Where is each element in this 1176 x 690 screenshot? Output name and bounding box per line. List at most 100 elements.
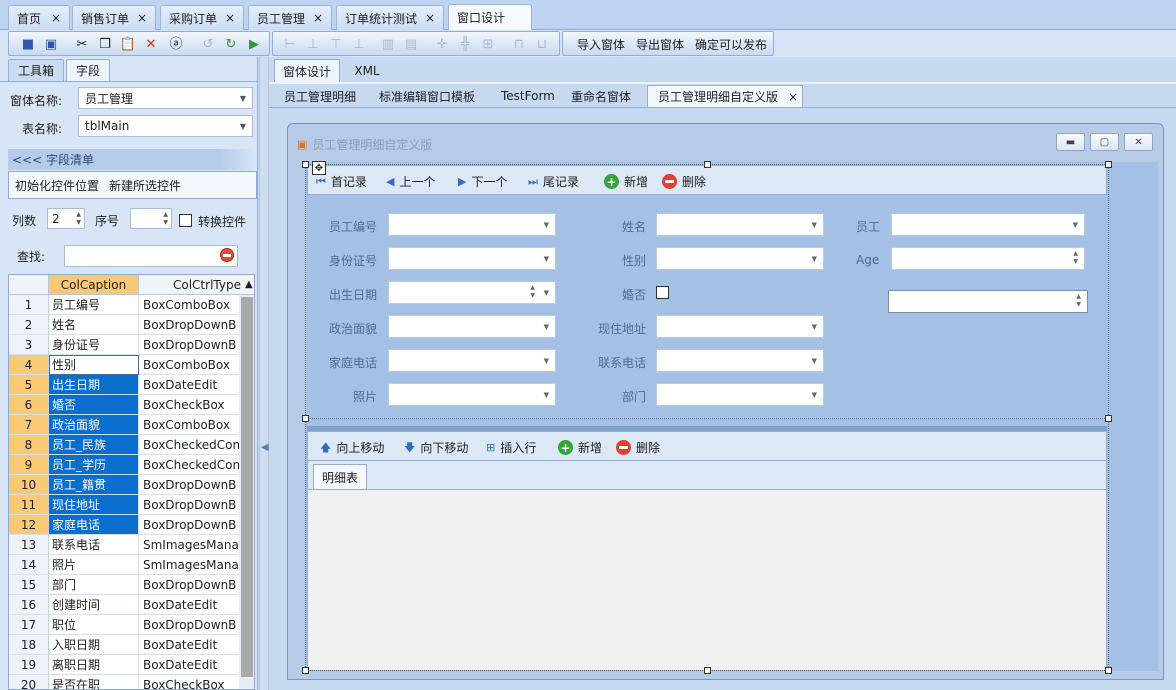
cell-ctrl-type[interactable]: BoxDateEdit	[139, 375, 239, 395]
doc-tab-window-design[interactable]: 窗口设计	[448, 4, 532, 30]
form-tab-custom-detail[interactable]: 员工管理明细自定义版 ×	[647, 85, 803, 107]
center-h-icon[interactable]: ✛	[433, 35, 451, 53]
cell-caption[interactable]: 职位	[49, 615, 139, 635]
table-row[interactable]: 11 现住地址 BoxDropDownB	[9, 495, 239, 515]
chevron-down-icon[interactable]: ▼	[240, 122, 246, 131]
tab-fields[interactable]: 字段	[66, 59, 110, 81]
same-height-icon[interactable]: ▤	[402, 35, 420, 53]
cell-caption[interactable]: 入职日期	[49, 635, 139, 655]
form-name-combo[interactable]: 员工管理 ▼	[78, 87, 253, 109]
close-window-icon[interactable]: ✕	[1124, 133, 1153, 151]
spin-arrows-icon[interactable]: ▲ ▼	[163, 211, 168, 227]
chevron-down-icon[interactable]: ▼	[240, 94, 246, 103]
cell-caption[interactable]: 政治面貌	[49, 415, 139, 435]
col-header-ctrl-type[interactable]: ColCtrlType ▲	[139, 275, 254, 295]
row-number[interactable]: 2	[9, 315, 49, 335]
tab-xml[interactable]: XML	[342, 59, 392, 82]
align-bottom-icon[interactable]: ⊥	[350, 35, 368, 53]
row-number[interactable]: 7	[9, 415, 49, 435]
detail-delete-button[interactable]: 删除	[616, 439, 660, 456]
cell-ctrl-type[interactable]: BoxCheckedCon	[139, 455, 239, 475]
table-name-combo[interactable]: tblMain ▼	[78, 115, 253, 137]
row-number[interactable]: 1	[9, 295, 49, 315]
move-up-button[interactable]: 🡅 向上移动	[320, 439, 384, 456]
form-tab-rename-form[interactable]: 重命名窗体	[561, 85, 641, 107]
spin-arrows-icon[interactable]: ▲ ▼	[530, 284, 535, 300]
panel-splitter[interactable]: ◀	[259, 57, 269, 690]
cell-caption[interactable]: 离职日期	[49, 655, 139, 675]
chevron-down-icon[interactable]: ▼	[812, 255, 817, 263]
close-icon[interactable]: ×	[137, 11, 147, 25]
age-spin[interactable]: ▲ ▼	[891, 247, 1085, 270]
form-tab-standard-template[interactable]: 标准编辑窗口模板	[369, 85, 485, 107]
row-number[interactable]: 17	[9, 615, 49, 635]
row-number[interactable]: 14	[9, 555, 49, 575]
center-v-icon[interactable]: ╬	[456, 35, 474, 53]
row-number[interactable]: 4	[9, 355, 49, 375]
chevron-down-icon[interactable]: ▼	[812, 221, 817, 229]
align-top-icon[interactable]: ⊤	[327, 35, 345, 53]
spin-arrows-icon[interactable]: ▲ ▼	[1073, 250, 1078, 266]
clear-search-icon[interactable]	[220, 248, 234, 262]
chevron-down-icon[interactable]: ▼	[544, 391, 549, 399]
chevron-down-icon[interactable]: ▼	[812, 323, 817, 331]
last-record-button[interactable]: ⏭ 尾记录	[528, 173, 579, 190]
confirm-publish-button[interactable]: 确定可以发布	[695, 36, 767, 53]
sort-up-icon[interactable]: ▲	[245, 279, 253, 290]
delete-record-button[interactable]: 删除	[662, 173, 706, 190]
send-back-icon[interactable]: ⊔	[533, 35, 551, 53]
field-grid[interactable]: ColCaption ColCtrlType ▲ 1 员工编号 BoxComboBo…	[8, 274, 255, 690]
cell-ctrl-type[interactable]: BoxComboBox	[139, 355, 239, 375]
table-row[interactable]: 3 身份证号 BoxDropDownB	[9, 335, 239, 355]
redo-icon[interactable]: ↻	[222, 35, 240, 53]
table-row[interactable]: 4 性别 BoxComboBox	[9, 355, 239, 375]
chevron-down-icon[interactable]: ▼	[544, 323, 549, 331]
paste-icon[interactable]: 📋	[119, 35, 137, 53]
table-row[interactable]: 9 员工_学历 BoxCheckedCon	[9, 455, 239, 475]
cell-caption[interactable]: 照片	[49, 555, 139, 575]
col-header-caption[interactable]: ColCaption	[49, 275, 139, 295]
table-row[interactable]: 18 入职日期 BoxDateEdit	[9, 635, 239, 655]
doc-tab-purchase-order[interactable]: 采购订单 ×	[160, 5, 244, 30]
row-number[interactable]: 8	[9, 435, 49, 455]
address-combo[interactable]: ▼	[656, 315, 824, 338]
cell-ctrl-type[interactable]: BoxDropDownB	[139, 515, 239, 535]
cell-caption[interactable]: 员工_学历	[49, 455, 139, 475]
spin-arrows-icon[interactable]: ▲ ▼	[76, 211, 81, 227]
spin-arrows-icon[interactable]: ▲ ▼	[1076, 293, 1081, 309]
convert-checkbox[interactable]	[179, 214, 192, 227]
cell-ctrl-type[interactable]: BoxCheckBox	[139, 675, 239, 690]
import-form-button[interactable]: 导入窗体	[577, 36, 625, 53]
row-number[interactable]: 15	[9, 575, 49, 595]
close-icon[interactable]: ×	[313, 11, 323, 25]
dept-combo[interactable]: ▼	[656, 383, 824, 406]
cell-ctrl-type[interactable]: BoxDateEdit	[139, 595, 239, 615]
align-left-icon[interactable]: ⊢	[281, 35, 299, 53]
cut-icon[interactable]: ✂	[73, 35, 91, 53]
row-number[interactable]: 12	[9, 515, 49, 535]
row-number[interactable]: 16	[9, 595, 49, 615]
row-number[interactable]: 3	[9, 335, 49, 355]
chevron-down-icon[interactable]: ▼	[544, 289, 549, 297]
chevron-down-icon[interactable]: ▼	[812, 357, 817, 365]
close-icon[interactable]: ×	[788, 90, 798, 104]
init-positions-button[interactable]: 初始化控件位置	[15, 177, 99, 194]
grid-scrollbar[interactable]	[239, 295, 254, 689]
photo-combo[interactable]: ▼	[388, 383, 556, 406]
emp-no-combo[interactable]: ▼	[388, 213, 556, 236]
doc-tab-employee-mgmt[interactable]: 员工管理 ×	[248, 5, 332, 30]
chevron-down-icon[interactable]: ▼	[812, 391, 817, 399]
save-all-icon[interactable]: ▣	[42, 35, 60, 53]
close-icon[interactable]: ×	[425, 11, 435, 25]
doc-tab-sales-order[interactable]: 销售订单 ×	[72, 5, 156, 30]
unlabeled-spin-edit[interactable]: ▲ ▼	[888, 290, 1088, 313]
move-down-button[interactable]: 🡇 向下移动	[404, 439, 468, 456]
married-checkbox[interactable]	[656, 286, 669, 299]
save-icon[interactable]: ■	[19, 35, 37, 53]
resize-handle[interactable]	[704, 667, 711, 674]
first-record-button[interactable]: ⏮ 首记录	[316, 173, 367, 190]
birth-date-edit[interactable]: ▲ ▼ ▼	[388, 281, 556, 304]
resize-handle[interactable]	[1105, 161, 1112, 168]
new-selected-button[interactable]: 新建所选控件	[109, 177, 181, 194]
run-icon[interactable]: ▶	[245, 35, 263, 53]
